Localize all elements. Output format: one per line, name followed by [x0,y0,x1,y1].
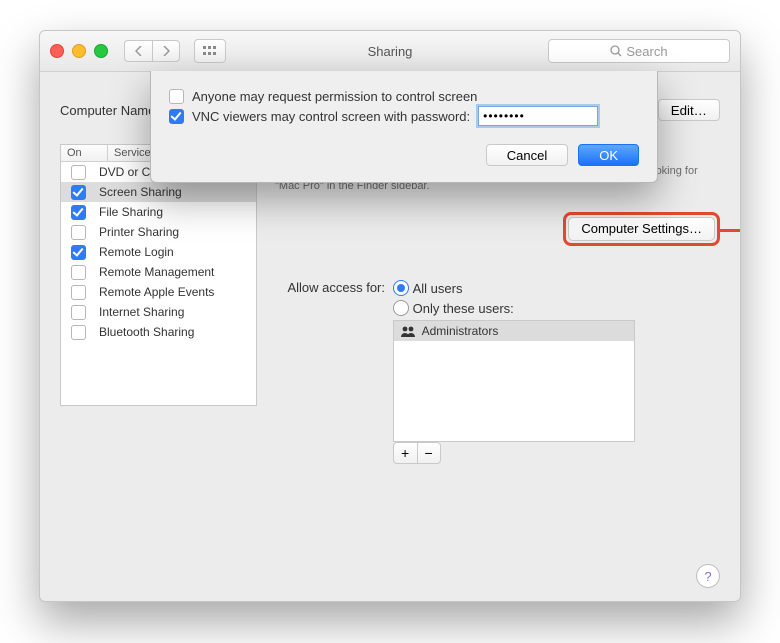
allow-access-label: Allow access for: [275,280,389,295]
user-name: Administrators [422,324,499,338]
service-label: Remote Management [95,265,256,279]
label-anyone-request: Anyone may request permission to control… [192,89,477,104]
allow-access-section: Allow access for: All users Only these u… [275,246,720,464]
ok-button[interactable]: OK [578,144,639,166]
prefs-window: Sharing Search Computer Name: Edit… On S… [39,30,741,602]
service-row[interactable]: Printer Sharing [61,222,256,242]
callout-line-icon [717,229,741,232]
vnc-password-field[interactable] [478,106,598,126]
computer-settings-highlight: Computer Settings… [563,212,720,246]
service-detail: Screen Sharing: On Other users can acces… [275,144,720,464]
computer-settings-button[interactable]: Computer Settings… [568,217,715,241]
radio-only-these-users[interactable] [393,300,409,316]
service-label: Remote Apple Events [95,285,256,299]
group-icon [400,325,416,337]
service-checkbox[interactable] [71,325,86,340]
service-label: Printer Sharing [95,225,256,239]
service-label: Internet Sharing [95,305,256,319]
service-label: Remote Login [95,245,256,259]
remove-user-button[interactable]: − [417,442,441,464]
computer-name-label: Computer Name: [60,103,159,118]
opt-all-users: All users [413,281,463,296]
checkbox-vnc-password[interactable] [169,109,184,124]
service-checkbox[interactable] [71,285,86,300]
help-button[interactable]: ? [696,564,720,588]
service-row[interactable]: Remote Apple Events [61,282,256,302]
checkbox-anyone-request[interactable] [169,89,184,104]
service-row[interactable]: Bluetooth Sharing [61,322,256,342]
computer-settings-sheet: Anyone may request permission to control… [150,71,658,183]
service-label: Bluetooth Sharing [95,325,256,339]
add-user-button[interactable]: + [393,442,417,464]
radio-all-users[interactable] [393,280,409,296]
window-title: Sharing [40,44,740,59]
service-checkbox[interactable] [71,245,86,260]
service-checkbox[interactable] [71,265,86,280]
service-checkbox[interactable] [71,205,86,220]
titlebar: Sharing Search [40,31,740,72]
service-row[interactable]: Screen Sharing [61,182,256,202]
cancel-button[interactable]: Cancel [486,144,568,166]
service-label: Screen Sharing [95,185,256,199]
users-list[interactable]: Administrators [393,320,635,442]
service-row[interactable]: File Sharing [61,202,256,222]
col-on: On [61,145,108,161]
service-checkbox[interactable] [71,305,86,320]
service-checkbox[interactable] [71,185,86,200]
label-vnc-password: VNC viewers may control screen with pass… [192,109,470,124]
user-row[interactable]: Administrators [394,321,634,341]
computer-name-edit-button[interactable]: Edit… [658,99,720,121]
service-checkbox[interactable] [71,165,86,180]
service-checkbox[interactable] [71,225,86,240]
services-list: On Service DVD or CD SharingScreen Shari… [60,144,257,406]
service-row[interactable]: Internet Sharing [61,302,256,322]
service-label: File Sharing [95,205,256,219]
service-row[interactable]: Remote Management [61,262,256,282]
add-remove-users: +− [393,442,635,464]
service-row[interactable]: Remote Login [61,242,256,262]
opt-only-users: Only these users: [413,301,514,316]
